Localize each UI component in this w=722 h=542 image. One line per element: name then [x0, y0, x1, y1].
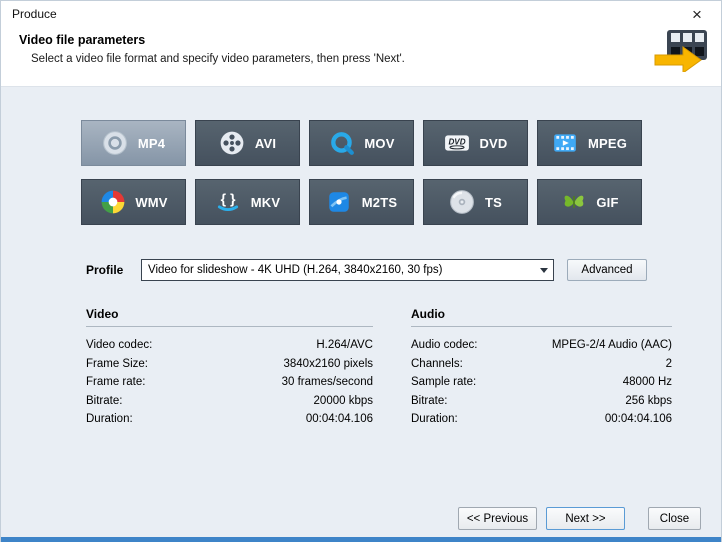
detail-value: 00:04:04.106: [605, 410, 672, 429]
format-label: TS: [485, 195, 502, 210]
detail-value: 2: [666, 355, 672, 374]
detail-value: 256 kbps: [625, 392, 672, 411]
chevron-down-icon[interactable]: [535, 260, 553, 280]
audio-bitrate-row: Bitrate: 256 kbps: [411, 392, 672, 411]
svg-text:{ }: { }: [221, 191, 236, 207]
previous-button[interactable]: << Previous: [458, 507, 537, 530]
audio-section-title: Audio: [411, 307, 672, 321]
detail-label: Sample rate:: [411, 373, 476, 392]
format-label: AVI: [255, 136, 276, 151]
page-title: Video file parameters: [19, 33, 703, 47]
detail-label: Frame rate:: [86, 373, 145, 392]
dialog-body: MP4 AVI MOV DVD DVD: [1, 86, 721, 542]
detail-value: H.264/AVC: [316, 336, 373, 355]
format-label: GIF: [596, 195, 618, 210]
detail-label: Channels:: [411, 355, 463, 374]
channels-row: Channels: 2: [411, 355, 672, 374]
detail-value: 00:04:04.106: [306, 410, 373, 429]
format-label: MPEG: [588, 136, 627, 151]
title-bar: Produce ×: [1, 1, 721, 27]
audio-duration-row: Duration: 00:04:04.106: [411, 410, 672, 429]
format-button-avi[interactable]: AVI: [195, 120, 300, 166]
format-label: WMV: [135, 195, 167, 210]
format-button-ts[interactable]: TS: [423, 179, 528, 225]
window-bottom-edge: [1, 537, 721, 542]
video-codec-row: Video codec: H.264/AVC: [86, 336, 373, 355]
next-button[interactable]: Next >>: [546, 507, 625, 530]
detail-label: Duration:: [411, 410, 458, 429]
detail-value: 3840x2160 pixels: [283, 355, 373, 374]
detail-label: Bitrate:: [411, 392, 447, 411]
video-section: Video Video codec: H.264/AVC Frame Size:…: [86, 307, 373, 429]
format-button-mkv[interactable]: { } MKV: [195, 179, 300, 225]
audio-section: Audio Audio codec: MPEG-2/4 Audio (AAC) …: [411, 307, 672, 429]
video-duration-row: Duration: 00:04:04.106: [86, 410, 373, 429]
close-icon: ×: [692, 6, 702, 23]
audio-codec-row: Audio codec: MPEG-2/4 Audio (AAC): [411, 336, 672, 355]
detail-label: Frame Size:: [86, 355, 148, 374]
video-bitrate-row: Bitrate: 20000 kbps: [86, 392, 373, 411]
silver-disc-icon: [449, 189, 476, 216]
profile-label: Profile: [86, 263, 141, 277]
parameter-columns: Video Video codec: H.264/AVC Frame Size:…: [86, 307, 721, 429]
format-button-mp4[interactable]: MP4: [81, 120, 186, 166]
blu-ray-disc-icon: [326, 189, 353, 216]
divider: [86, 326, 373, 327]
format-grid: MP4 AVI MOV DVD DVD: [1, 87, 721, 225]
footer-buttons: << Previous Next >> Close: [458, 507, 701, 530]
format-label: MOV: [364, 136, 394, 151]
profile-row: Profile Video for slideshow - 4K UHD (H.…: [86, 259, 721, 281]
filmstrip-icon: [552, 130, 579, 157]
format-label: MP4: [138, 136, 165, 151]
detail-label: Audio codec:: [411, 336, 478, 355]
format-label: DVD: [479, 136, 507, 151]
profile-selected-value: Video for slideshow - 4K UHD (H.264, 384…: [142, 264, 535, 276]
mp4-disc-icon: [102, 130, 129, 157]
frame-size-row: Frame Size: 3840x2160 pixels: [86, 355, 373, 374]
detail-value: MPEG-2/4 Audio (AAC): [552, 336, 672, 355]
matroska-icon: { }: [215, 189, 242, 216]
detail-value: 48000 Hz: [623, 373, 672, 392]
film-reel-icon: [219, 130, 246, 157]
close-dialog-button[interactable]: Close: [648, 507, 701, 530]
format-button-dvd[interactable]: DVD DVD: [423, 120, 528, 166]
detail-label: Duration:: [86, 410, 133, 429]
format-button-mpeg[interactable]: MPEG: [537, 120, 642, 166]
window-title: Produce: [12, 7, 57, 21]
detail-value: 20000 kbps: [314, 392, 373, 411]
format-label: M2TS: [362, 195, 397, 210]
dvd-logo-icon: DVD: [443, 130, 470, 157]
pinwheel-icon: [99, 189, 126, 216]
format-button-gif[interactable]: GIF: [537, 179, 642, 225]
sample-rate-row: Sample rate: 48000 Hz: [411, 373, 672, 392]
format-button-mov[interactable]: MOV: [309, 120, 414, 166]
butterfly-icon: [560, 189, 587, 216]
format-button-wmv[interactable]: WMV: [81, 179, 186, 225]
detail-label: Video codec:: [86, 336, 152, 355]
close-button[interactable]: ×: [684, 3, 710, 25]
detail-label: Bitrate:: [86, 392, 122, 411]
video-section-title: Video: [86, 307, 373, 321]
format-label: MKV: [251, 195, 281, 210]
detail-value: 30 frames/second: [282, 373, 373, 392]
produce-dialog: Produce × Video file parameters Select a…: [0, 0, 722, 542]
dialog-header: Video file parameters Select a video fil…: [1, 27, 721, 86]
advanced-button[interactable]: Advanced: [567, 259, 647, 281]
svg-text:DVD: DVD: [448, 138, 465, 147]
format-button-m2ts[interactable]: M2TS: [309, 179, 414, 225]
profile-select[interactable]: Video for slideshow - 4K UHD (H.264, 384…: [141, 259, 554, 281]
frame-rate-row: Frame rate: 30 frames/second: [86, 373, 373, 392]
page-subtitle: Select a video file format and specify v…: [31, 53, 703, 65]
produce-filmstrip-icon: [653, 28, 709, 77]
divider: [411, 326, 672, 327]
quicktime-icon: [328, 130, 355, 157]
